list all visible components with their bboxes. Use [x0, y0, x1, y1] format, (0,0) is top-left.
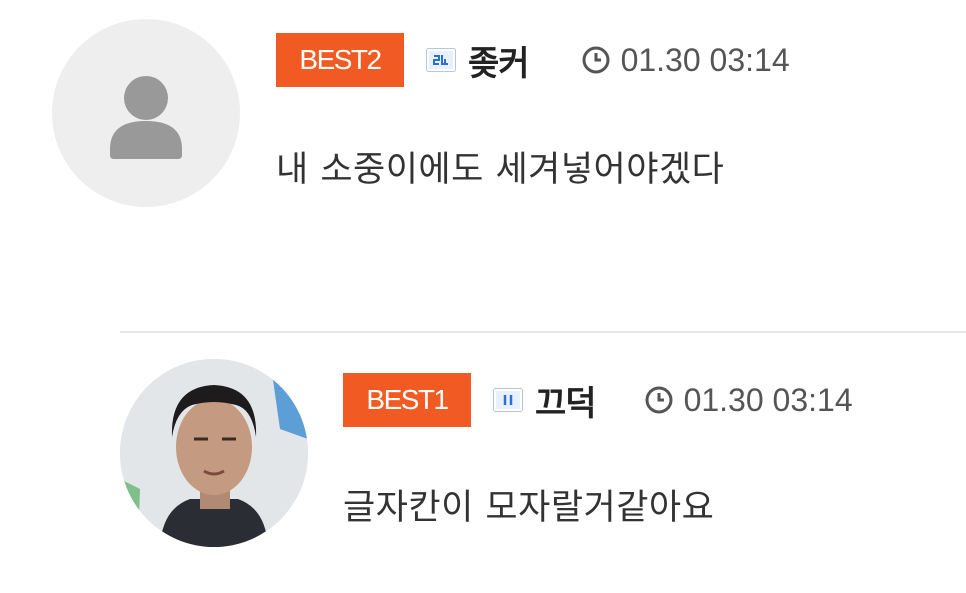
comment-text: 글자칸이 모자랄거같아요	[343, 488, 715, 528]
time-text: 01.30 03:14	[683, 381, 853, 418]
nickname[interactable]: 좆커	[468, 36, 530, 85]
best-badge: BEST2	[276, 33, 404, 87]
comment-time: 01.30 03:14	[644, 382, 853, 419]
clock-icon	[581, 45, 611, 75]
level-badge-icon	[493, 388, 523, 412]
comment-divider	[120, 331, 966, 333]
clock-icon	[644, 385, 674, 415]
default-person-icon	[110, 76, 182, 159]
user-photo	[120, 359, 308, 547]
time-text: 01.30 03:14	[620, 41, 790, 78]
level-badge-icon	[426, 48, 456, 72]
comment-time: 01.30 03:14	[581, 42, 790, 79]
best-badge: BEST1	[343, 373, 471, 427]
comment-meta: BEST1 끄덕 01.30 03:14	[343, 373, 853, 427]
comment-text: 내 소중이에도 세겨넣어야겠다	[276, 150, 725, 190]
avatar[interactable]	[52, 19, 240, 207]
comment-meta: BEST2 좆커 01.30 03:14	[276, 33, 790, 87]
avatar[interactable]	[120, 359, 308, 547]
comment-item: BEST1 끄덕 01.30 03:14 글자칸이 모자랄거같아요	[0, 340, 966, 593]
nickname[interactable]: 끄덕	[535, 376, 597, 425]
comment-item: BEST2 좆커 01.30 03:14 내 소중이에도 세겨넣어야겠다	[0, 0, 966, 300]
